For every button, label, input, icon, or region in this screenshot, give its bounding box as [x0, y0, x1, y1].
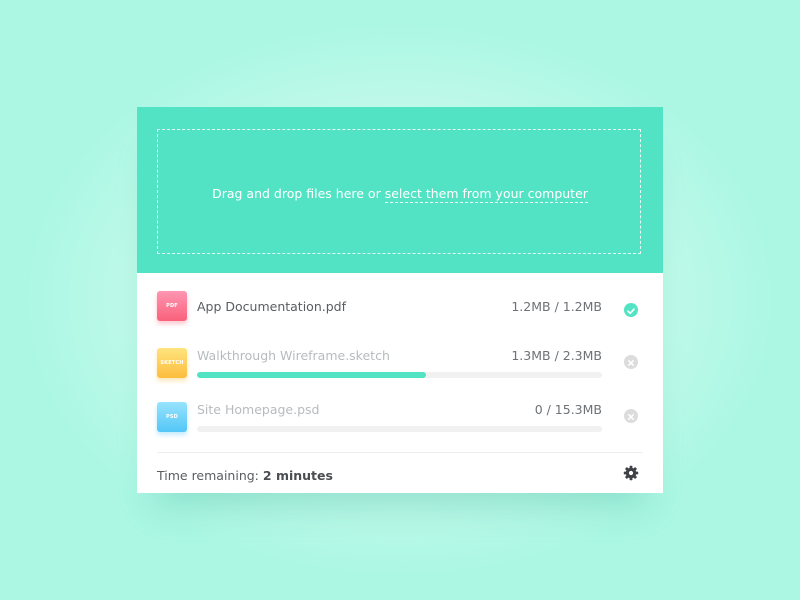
- progress-fill: [197, 372, 426, 378]
- divider: [157, 452, 643, 453]
- drop-area[interactable]: Drag and drop files here or select them …: [137, 107, 663, 273]
- checkmark-icon: [624, 303, 638, 317]
- psd-file-icon: PSD: [157, 402, 187, 432]
- file-row: SKETCH Walkthrough Wireframe.sketch 1.3M…: [157, 348, 643, 382]
- upload-card: Drag and drop files here or select them …: [137, 107, 663, 493]
- file-name: Walkthrough Wireframe.sketch: [197, 348, 390, 363]
- file-size: 1.2MB / 1.2MB: [511, 299, 602, 314]
- file-name: Site Homepage.psd: [197, 402, 320, 417]
- time-remaining-label: Time remaining:: [157, 468, 259, 483]
- sketch-file-icon: SKETCH: [157, 348, 187, 378]
- select-files-link[interactable]: select them from your computer: [384, 186, 588, 203]
- time-remaining: Time remaining: 2 minutes: [157, 468, 333, 483]
- time-remaining-value: 2 minutes: [262, 468, 333, 483]
- cancel-icon[interactable]: [624, 409, 638, 423]
- cancel-icon[interactable]: [624, 355, 638, 369]
- pdf-file-icon: PDF: [157, 291, 187, 321]
- file-size: 0 / 15.3MB: [534, 402, 602, 417]
- drop-instructions: Drag and drop files here or select them …: [137, 186, 663, 203]
- file-name: App Documentation.pdf: [197, 299, 346, 314]
- file-row: PSD Site Homepage.psd 0 / 15.3MB: [157, 402, 643, 436]
- progress-bar: [197, 426, 602, 432]
- drop-text: Drag and drop files here or: [212, 186, 381, 201]
- file-size: 1.3MB / 2.3MB: [511, 348, 602, 363]
- gear-icon[interactable]: [623, 465, 639, 481]
- progress-bar: [197, 372, 602, 378]
- file-row: PDF App Documentation.pdf 1.2MB / 1.2MB: [157, 291, 643, 325]
